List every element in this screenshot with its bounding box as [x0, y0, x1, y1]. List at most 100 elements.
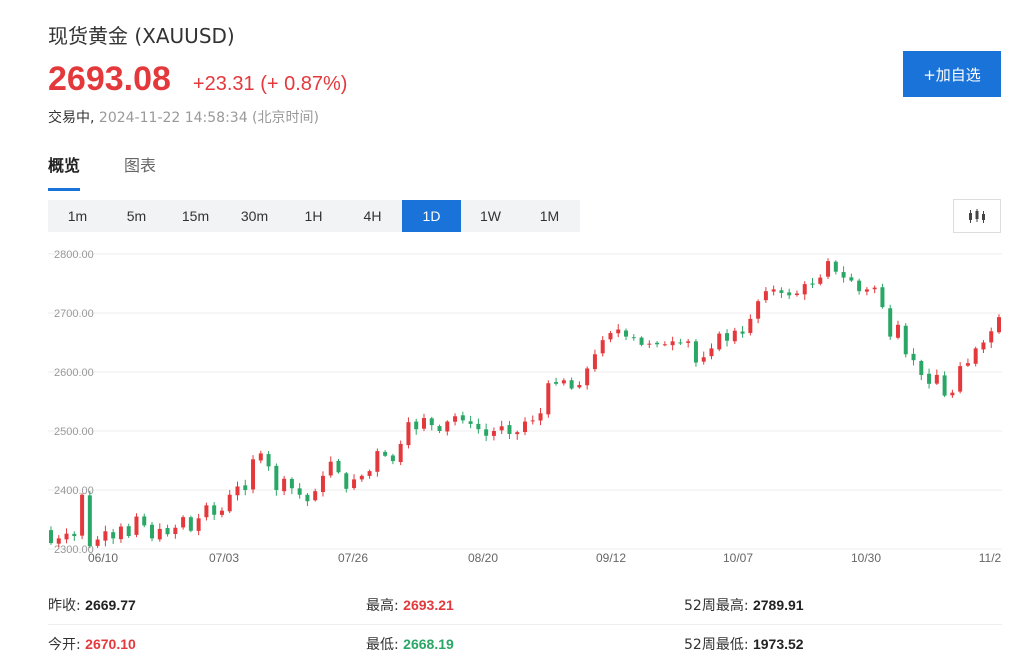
- stat-label: 52周最低:: [684, 637, 749, 653]
- candle-body: [274, 465, 279, 490]
- interval-1d[interactable]: 1D: [402, 200, 461, 232]
- candle-body: [919, 360, 924, 375]
- candle-body: [554, 382, 559, 384]
- tab-chart[interactable]: 图表: [124, 152, 156, 191]
- candle-body: [336, 460, 341, 473]
- candle-body: [818, 277, 823, 284]
- candle-body: [841, 272, 846, 278]
- candle-body: [895, 324, 900, 338]
- x-tick-label: 07/03: [209, 551, 239, 565]
- interval-4h[interactable]: 4H: [343, 200, 402, 232]
- current-price: 2693.08: [48, 60, 171, 98]
- page-title: 现货黄金 (XAUUSD): [48, 24, 235, 48]
- chart-type-button[interactable]: [953, 199, 1001, 233]
- candle-body: [833, 261, 838, 272]
- candle-body: [997, 317, 1001, 333]
- candle-body: [763, 291, 768, 301]
- stat-label: 最高:: [366, 598, 399, 614]
- candlestick-icon: [969, 209, 985, 223]
- y-tick-label: 2600.00: [54, 367, 94, 379]
- interval-1mo[interactable]: 1M: [520, 200, 579, 232]
- candle-body: [258, 453, 263, 461]
- candle-body: [826, 261, 831, 277]
- x-tick-label: 11/2: [979, 551, 1002, 565]
- stat-52w-low: 52周最低: 1973.52: [684, 634, 1002, 654]
- candle-body: [297, 488, 302, 495]
- y-tick-label: 2500.00: [54, 426, 94, 438]
- candle-body: [95, 539, 100, 546]
- candle-body: [639, 337, 644, 345]
- candle-body: [243, 485, 248, 490]
- candle-body: [561, 380, 566, 384]
- stat-value: 2670.10: [85, 636, 136, 652]
- interval-1w[interactable]: 1W: [461, 200, 520, 232]
- candle-body: [484, 429, 489, 436]
- interval-1h[interactable]: 1H: [284, 200, 343, 232]
- interval-1m[interactable]: 1m: [48, 200, 107, 232]
- stat-value: 1973.52: [752, 636, 804, 652]
- candle-body: [973, 348, 978, 364]
- candle-body: [794, 293, 799, 296]
- candle-body: [453, 416, 458, 422]
- candle-body: [72, 533, 77, 537]
- candle-body: [662, 344, 667, 346]
- candle-body: [235, 486, 240, 496]
- candle-body: [173, 527, 178, 535]
- candle-body: [359, 475, 364, 480]
- y-tick-label: 2700.00: [54, 308, 94, 320]
- candle-body: [903, 325, 908, 355]
- candle-body: [142, 516, 147, 526]
- candle-body: [476, 423, 481, 430]
- candle-body: [320, 475, 325, 492]
- stat-low: 最低: 2668.19: [366, 634, 684, 654]
- tab-bar: 概览 图表: [48, 152, 200, 191]
- candle-body: [165, 528, 170, 535]
- interval-5m[interactable]: 5m: [107, 200, 166, 232]
- candle-body: [375, 451, 380, 472]
- x-tick-label: 08/20: [468, 551, 498, 565]
- stat-value: 2669.77: [85, 597, 136, 613]
- interval-30m[interactable]: 30m: [225, 200, 284, 232]
- candle-body: [678, 342, 683, 344]
- price-chart[interactable]: 2800.00 2700.00 2600.00 2500.00 2400.00 2300.…: [48, 240, 1002, 570]
- candle-body: [802, 284, 807, 295]
- candle-body: [942, 375, 947, 396]
- y-tick-label: 2400.00: [54, 485, 94, 497]
- tab-overview[interactable]: 概览: [48, 152, 81, 191]
- candle-body: [616, 329, 621, 334]
- candle-body: [717, 333, 722, 350]
- candle-body: [655, 342, 660, 345]
- price-change: +23.31 (+ 0.87%): [192, 73, 348, 95]
- candle-body: [701, 357, 706, 362]
- status-label: 交易中,: [48, 110, 95, 126]
- candle-body: [950, 392, 955, 396]
- stat-label: 昨收:: [48, 598, 81, 614]
- candle-body: [857, 280, 862, 292]
- candle-body: [87, 495, 92, 547]
- candle-body: [779, 290, 784, 293]
- candle-body: [507, 425, 512, 434]
- add-watchlist-button[interactable]: +加自选: [903, 51, 1001, 97]
- candle-body: [864, 289, 869, 292]
- candle-body: [958, 366, 963, 392]
- candle-body: [725, 333, 730, 341]
- candle-body: [437, 426, 442, 431]
- interval-15m[interactable]: 15m: [166, 200, 225, 232]
- x-tick-label: 10/30: [851, 551, 881, 565]
- candle-body: [157, 528, 162, 540]
- y-tick-label: 2800.00: [54, 249, 94, 261]
- candle-body: [631, 337, 636, 339]
- interval-selector: 1m 5m 15m 30m 1H 4H 1D 1W 1M: [48, 200, 580, 232]
- candle-body: [80, 494, 85, 536]
- candle-body: [530, 420, 535, 422]
- trading-status: 交易中, 2024-11-22 14:58:34 (北京时间): [48, 107, 319, 127]
- candle-body: [103, 531, 108, 541]
- x-tick-label: 09/12: [596, 551, 626, 565]
- candle-body: [429, 418, 434, 426]
- stats-table: 昨收: 2669.77 最高: 2693.21 52周最高: 2789.91 今…: [48, 586, 1002, 663]
- candle-body: [227, 494, 232, 512]
- candle-body: [989, 331, 994, 343]
- candle-body: [414, 421, 419, 430]
- candle-body: [266, 454, 271, 467]
- candle-body: [49, 530, 53, 544]
